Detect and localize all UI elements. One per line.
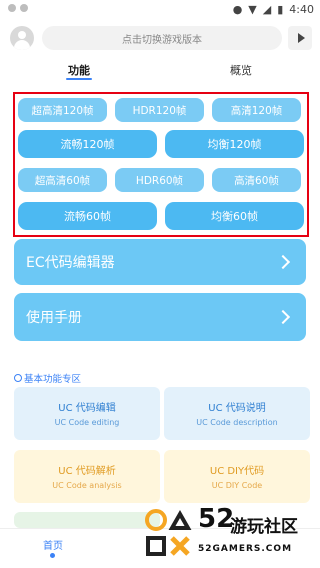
top-row: 点击切换游戏版本 [8,26,312,52]
feature-subtitle: UC Code editing [54,418,120,427]
preset-button[interactable]: 流畅60帧 [18,202,157,230]
feature-title: UC 代码解析 [58,466,116,477]
user-manual-card[interactable]: 使用手册 [14,293,306,341]
watermark-url: 52GAMERS.COM [198,544,293,554]
location-icon: ● [232,3,243,16]
clock: 4:40 [289,3,314,16]
feature-title: UC 代码说明 [208,403,266,414]
feature-card-code-analysis[interactable]: UC 代码解析 UC Code analysis [14,450,160,503]
notification-icon [20,4,28,12]
preset-button[interactable]: HDR120帧 [115,98,204,122]
tab-features[interactable]: 功能 [68,62,90,78]
avatar-body-icon [14,40,30,50]
wifi-icon: ▼ [248,3,257,16]
feature-card-diy-code[interactable]: UC DIY代码 UC DIY Code [164,450,310,503]
preset-button[interactable]: 均衡120帧 [165,130,304,158]
watermark-number: 52 [198,504,235,534]
avatar-head-icon [18,31,26,39]
active-nav-indicator [50,553,55,558]
chevron-right-icon [275,309,291,325]
play-button[interactable] [288,26,312,50]
preset-button[interactable]: 超高清120帧 [18,98,107,122]
feature-subtitle: UC Code analysis [52,481,122,490]
signal-icon: ◢ [262,3,272,16]
preset-button[interactable]: 高清120帧 [212,98,301,122]
feature-card-code-description[interactable]: UC 代码说明 UC Code description [164,387,310,440]
circle-icon [14,374,22,382]
notification-icons [8,4,28,12]
card-label: EC代码编辑器 [26,255,115,271]
preset-button[interactable]: 流畅120帧 [18,130,157,158]
active-tab-indicator [66,78,92,80]
graphics-preset-panel: 超高清120帧 HDR120帧 高清120帧 流畅120帧 均衡120帧 超高清… [13,92,309,237]
feature-subtitle: UC DIY Code [211,481,263,490]
preset-button[interactable]: 超高清60帧 [18,168,107,192]
system-icons: ● ▼ ◢ ▮ 4:40 [233,3,314,16]
feature-card-partial[interactable] [14,512,160,528]
watermark: 52 游玩社区 52GAMERS.COM [142,504,320,564]
feature-title: UC DIY代码 [209,466,265,477]
watermark-logo-icon [145,509,192,556]
battery-icon: ▮ [277,3,284,16]
avatar[interactable] [10,26,34,50]
status-bar: ● ▼ ◢ ▮ 4:40 [0,0,320,22]
feature-title: UC 代码编辑 [58,403,116,414]
card-label: 使用手册 [26,310,82,326]
play-icon [297,33,305,43]
preset-button[interactable]: 高清60帧 [212,168,301,192]
ec-code-editor-card[interactable]: EC代码编辑器 [14,239,306,285]
section-title-text: 基本功能专区 [24,374,82,385]
feature-card-code-edit[interactable]: UC 代码编辑 UC Code editing [14,387,160,440]
feature-subtitle: UC Code description [196,418,278,427]
preset-button[interactable]: 均衡60帧 [165,202,304,230]
chevron-right-icon [275,254,291,270]
watermark-name: 游玩社区 [230,517,298,537]
preset-button[interactable]: HDR60帧 [115,168,204,192]
tab-overview[interactable]: 概览 [230,62,252,78]
tab-bar: 功能 概览 [0,62,320,84]
section-title: 基本功能专区 [14,371,81,385]
game-version-selector[interactable]: 点击切换游戏版本 [42,26,282,50]
nav-home[interactable]: 首页 [40,537,66,552]
notification-icon [8,4,16,12]
